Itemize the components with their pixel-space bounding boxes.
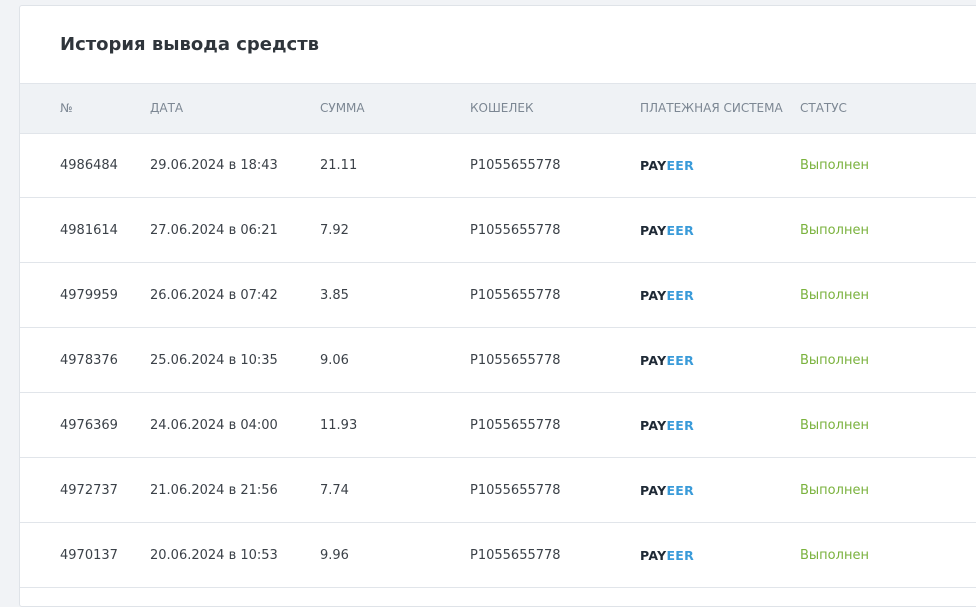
cell-amount: 7.74 <box>320 483 349 498</box>
cell-amount: 21.11 <box>320 158 358 173</box>
table-header: № ДАТА СУММА КОШЕЛЕК ПЛАТЕЖНАЯ СИСТЕМА С… <box>20 83 976 134</box>
column-header-id: № <box>60 101 73 115</box>
cell-date: 24.06.2024 в 04:00 <box>150 418 278 433</box>
table-row: 4979959 26.06.2024 в 07:42 3.85 P1055655… <box>20 263 976 328</box>
table-row: 4972737 21.06.2024 в 21:56 7.74 P1055655… <box>20 458 976 523</box>
cell-wallet: P1055655778 <box>470 548 561 563</box>
table-body: 4986484 29.06.2024 в 18:43 21.11 P105565… <box>20 133 976 588</box>
status-badge: Выполнен <box>800 223 869 238</box>
cell-id: 4986484 <box>60 158 118 173</box>
payeer-logo: PAYEER <box>640 158 694 173</box>
payeer-logo: PAYEER <box>640 483 694 498</box>
payeer-logo-part1: PAY <box>640 288 667 303</box>
status-badge: Выполнен <box>800 353 869 368</box>
cell-date: 29.06.2024 в 18:43 <box>150 158 278 173</box>
table-row: 4976369 24.06.2024 в 04:00 11.93 P105565… <box>20 393 976 458</box>
payeer-logo-part2: EER <box>666 223 695 238</box>
table-row: 4970137 20.06.2024 в 10:53 9.96 P1055655… <box>20 523 976 588</box>
cell-wallet: P1055655778 <box>470 483 561 498</box>
payeer-logo-part2: EER <box>666 288 695 303</box>
column-header-status: СТАТУС <box>800 101 847 115</box>
status-badge: Выполнен <box>800 158 869 173</box>
payeer-logo: PAYEER <box>640 418 694 433</box>
cell-wallet: P1055655778 <box>470 223 561 238</box>
withdrawal-history-card: История вывода средств № ДАТА СУММА КОШЕ… <box>19 5 976 607</box>
cell-id: 4978376 <box>60 353 118 368</box>
cell-amount: 7.92 <box>320 223 349 238</box>
cell-date: 27.06.2024 в 06:21 <box>150 223 278 238</box>
cell-amount: 9.06 <box>320 353 349 368</box>
cell-date: 21.06.2024 в 21:56 <box>150 483 278 498</box>
payeer-logo-part2: EER <box>666 483 695 498</box>
cell-wallet: P1055655778 <box>470 158 561 173</box>
cell-amount: 11.93 <box>320 418 358 433</box>
payeer-logo-part1: PAY <box>640 483 667 498</box>
column-header-amount: СУММА <box>320 101 365 115</box>
cell-wallet: P1055655778 <box>470 418 561 433</box>
status-badge: Выполнен <box>800 483 869 498</box>
payeer-logo-part1: PAY <box>640 223 667 238</box>
status-badge: Выполнен <box>800 548 869 563</box>
table-row: 4978376 25.06.2024 в 10:35 9.06 P1055655… <box>20 328 976 393</box>
payeer-logo-part2: EER <box>666 353 695 368</box>
cell-amount: 9.96 <box>320 548 349 563</box>
cell-id: 4979959 <box>60 288 118 303</box>
column-header-date: ДАТА <box>150 101 184 115</box>
cell-id: 4976369 <box>60 418 118 433</box>
payeer-logo-part1: PAY <box>640 158 667 173</box>
page-title: История вывода средств <box>60 34 320 55</box>
payeer-logo-part2: EER <box>666 548 695 563</box>
payeer-logo: PAYEER <box>640 353 694 368</box>
payeer-logo-part2: EER <box>666 158 695 173</box>
payeer-logo: PAYEER <box>640 288 694 303</box>
cell-id: 4972737 <box>60 483 118 498</box>
payeer-logo-part1: PAY <box>640 548 667 563</box>
payeer-logo-part2: EER <box>666 418 695 433</box>
cell-wallet: P1055655778 <box>470 353 561 368</box>
column-header-wallet: КОШЕЛЕК <box>470 101 534 115</box>
cell-id: 4970137 <box>60 548 118 563</box>
status-badge: Выполнен <box>800 418 869 433</box>
column-header-payment-system: ПЛАТЕЖНАЯ СИСТЕМА <box>640 101 783 115</box>
table-row: 4981614 27.06.2024 в 06:21 7.92 P1055655… <box>20 198 976 263</box>
status-badge: Выполнен <box>800 288 869 303</box>
payeer-logo-part1: PAY <box>640 418 667 433</box>
cell-amount: 3.85 <box>320 288 349 303</box>
table-row: 4986484 29.06.2024 в 18:43 21.11 P105565… <box>20 133 976 198</box>
payeer-logo: PAYEER <box>640 223 694 238</box>
cell-wallet: P1055655778 <box>470 288 561 303</box>
payeer-logo: PAYEER <box>640 548 694 563</box>
cell-date: 26.06.2024 в 07:42 <box>150 288 278 303</box>
cell-date: 25.06.2024 в 10:35 <box>150 353 278 368</box>
payeer-logo-part1: PAY <box>640 353 667 368</box>
cell-id: 4981614 <box>60 223 118 238</box>
cell-date: 20.06.2024 в 10:53 <box>150 548 278 563</box>
